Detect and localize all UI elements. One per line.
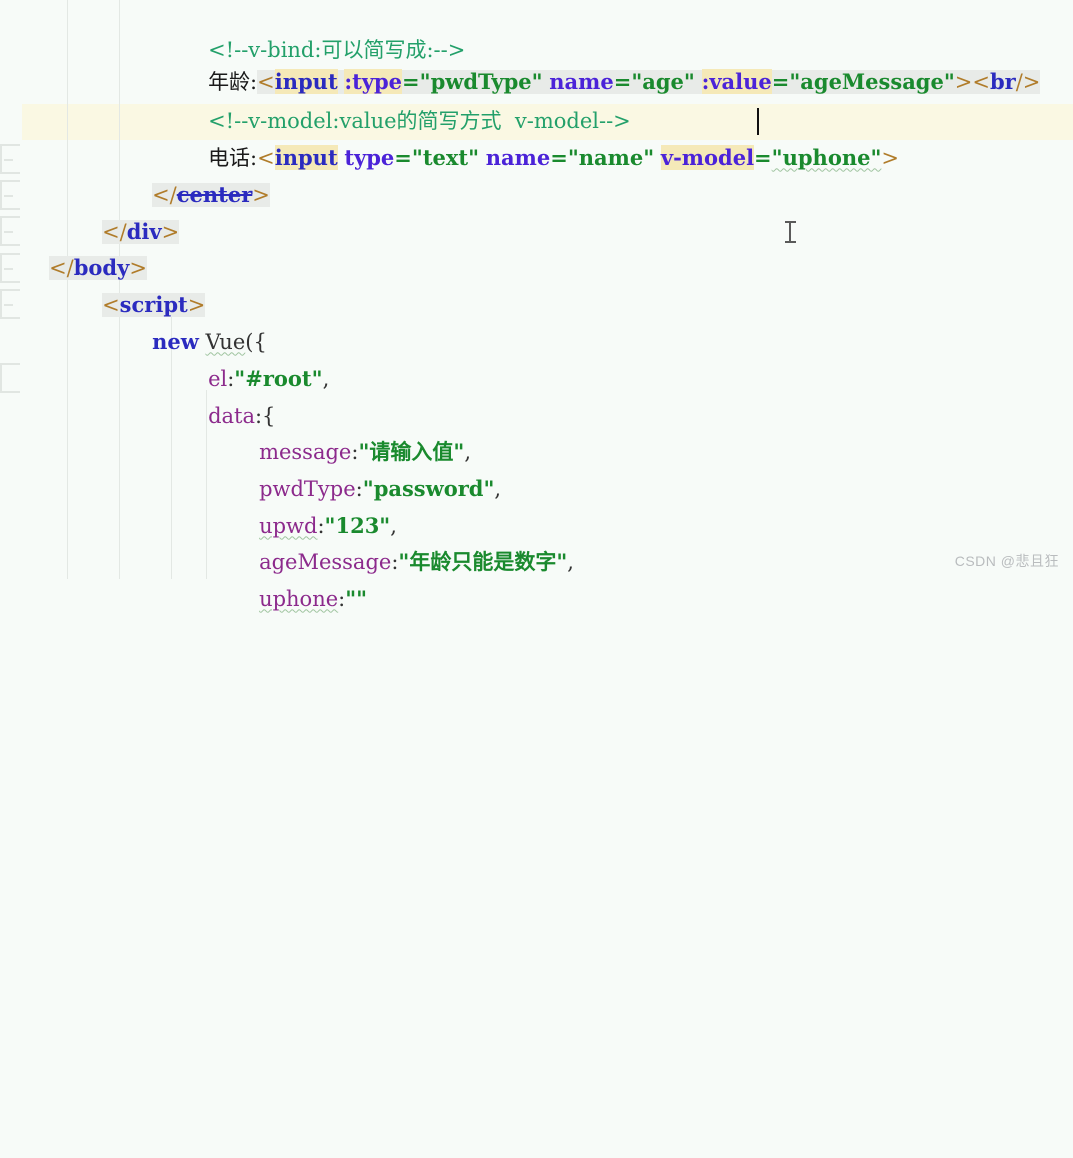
watermark: CSDN @悲且狂 (954, 553, 1059, 569)
token-attr-name: name (485, 144, 551, 170)
code-line[interactable]: ageMessage:"年龄只能是数字", (219, 507, 574, 574)
token-string: "age" (631, 68, 695, 94)
token-string: "" (345, 585, 368, 611)
token-tag-br: br (989, 68, 1016, 94)
code-line[interactable]: <!--v-model:value的简写方式 v-model--> (168, 66, 631, 133)
token-string: "uphone" (771, 144, 882, 170)
code-line[interactable]: <script> (62, 250, 206, 317)
token-string: "ageMessage" (789, 68, 955, 94)
code-line[interactable]: </div> (62, 177, 180, 244)
code-content[interactable]: <!--v-bind:可以简写成:--> 年龄:<input :type="pw… (0, 0, 1073, 611)
token-attr-vmodel: v-model (660, 144, 755, 170)
code-line[interactable]: upwd:"123", (219, 471, 397, 538)
code-line[interactable]: </body> (9, 213, 147, 280)
code-editor[interactable]: <!--v-bind:可以简写成:--> 年龄:<input :type="pw… (0, 0, 1073, 611)
code-line[interactable]: </center> (112, 140, 270, 207)
ibeam-bottom-cap (785, 241, 796, 243)
token-attr-type: type (344, 144, 395, 170)
code-line[interactable]: 年龄:<input :type="pwdType" name="age" :va… (168, 27, 1041, 94)
token-string: "年龄只能是数字" (398, 548, 568, 574)
code-line[interactable]: uphone:"" (219, 544, 367, 611)
token-string: "text" (411, 144, 480, 170)
ibeam-stem (789, 223, 791, 241)
token-tag-center: center (176, 181, 253, 207)
code-line[interactable]: el:"#root", (168, 324, 329, 391)
token-attr-value: :value (701, 68, 772, 94)
code-line[interactable]: data:{ (168, 361, 275, 428)
code-line[interactable]: new Vue({ (112, 287, 267, 354)
code-line[interactable]: pwdType:"password", (219, 434, 501, 501)
token-tag-input: input (274, 144, 338, 170)
token-property-uphone: uphone (259, 586, 339, 611)
token-string: "name" (567, 144, 655, 170)
code-line[interactable]: 电话:<input type="text" name="name" v-mode… (168, 103, 899, 170)
code-line[interactable]: message:"请输入值", (219, 397, 471, 464)
mouse-cursor-ibeam (785, 221, 796, 243)
text-caret (757, 108, 759, 135)
